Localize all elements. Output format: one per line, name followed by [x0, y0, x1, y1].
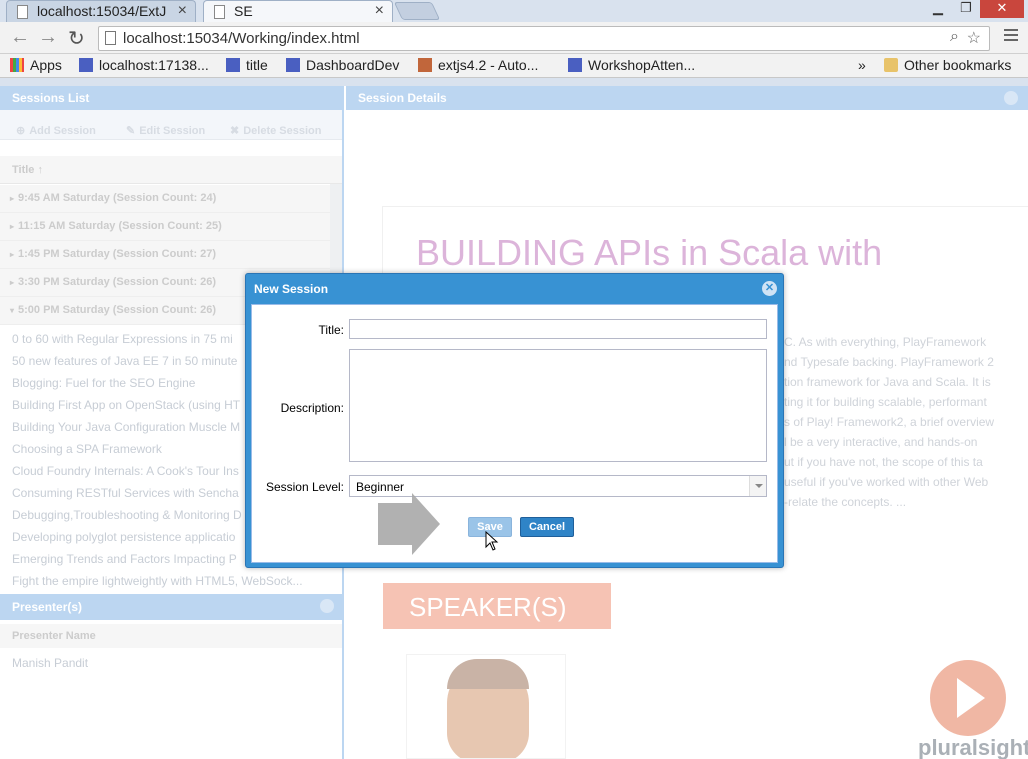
bookmark-item[interactable]: DashboardDev	[286, 57, 399, 73]
expand-icon: ▸	[10, 278, 15, 287]
dialog-title: New Session	[254, 282, 329, 296]
title-label: Title:	[318, 323, 344, 337]
close-window-icon[interactable]: ✕	[980, 0, 1024, 18]
add-session-button[interactable]: ⊕ Add Session	[16, 124, 96, 137]
bookmark-item[interactable]: WorkshopAtten...	[568, 57, 695, 73]
maximize-icon[interactable]: ❐	[952, 0, 980, 18]
collapse-icon: ▾	[10, 306, 15, 315]
bookmark-icon	[286, 58, 300, 72]
presenters-panel-header: Presenter(s)	[0, 594, 342, 620]
browser-tab[interactable]: localhost:15034/ExtJ ×	[6, 0, 196, 22]
close-icon[interactable]: ✕	[762, 281, 777, 296]
search-icon[interactable]: ⌕	[950, 28, 959, 46]
panel-title: Session Details	[358, 91, 447, 105]
folder-icon	[884, 58, 898, 72]
expand-icon: ▸	[10, 222, 15, 231]
bookmark-item[interactable]: localhost:17138...	[79, 57, 209, 73]
chevron-down-icon[interactable]	[749, 476, 766, 496]
dialog-body: Title: Description: Session Level: Begin…	[251, 304, 778, 563]
tab-title: localhost:15034/ExtJ	[37, 3, 167, 19]
collapse-toggle-icon[interactable]	[1004, 91, 1018, 105]
edit-icon: ✎	[126, 125, 136, 137]
url-text[interactable]: localhost:15034/Working/index.html	[123, 30, 360, 47]
bookmarks-bar: Apps localhost:17138... title DashboardD…	[0, 54, 1028, 78]
pointer-arrow-icon	[378, 493, 440, 555]
page-icon	[17, 5, 28, 19]
expand-icon: ▸	[10, 250, 15, 259]
speaker-photo	[406, 654, 566, 759]
more-bookmarks-button[interactable]: »	[858, 57, 866, 73]
watermark-text: pluralsight	[918, 735, 1028, 759]
column-header-title[interactable]: Title ↑	[0, 156, 342, 184]
edit-session-button[interactable]: ✎ Edit Session	[126, 124, 205, 137]
description-line: -relate the concepts. ...	[784, 495, 907, 509]
panel-title: Presenter(s)	[12, 600, 83, 614]
expand-icon: ▸	[10, 194, 15, 203]
hair-image	[447, 659, 529, 689]
apps-icon	[10, 58, 24, 72]
new-tab-button[interactable]	[393, 2, 441, 20]
speaker-heading: SPEAKER(S)	[383, 583, 611, 629]
close-tab-icon[interactable]: ×	[178, 2, 187, 20]
bookmark-item[interactable]: title	[226, 57, 268, 73]
tab-title: SE	[234, 3, 253, 19]
panel-title: Sessions List	[0, 86, 342, 110]
description-line: ting it for building scalable, performan…	[784, 395, 987, 409]
description-line: tion framework for Java and Scala. It is	[784, 375, 991, 389]
bookmark-apps[interactable]: Apps	[10, 57, 62, 73]
delete-icon: ✖	[230, 125, 240, 137]
close-tab-icon[interactable]: ×	[375, 2, 384, 20]
delete-session-button[interactable]: ✖ Delete Session	[230, 124, 321, 137]
description-field[interactable]	[349, 349, 767, 462]
description-line: ut if you have not, the scope of this ta	[784, 455, 983, 469]
description-line: useful if you've worked with other Web	[784, 475, 989, 489]
collapse-toggle-icon[interactable]	[320, 599, 334, 613]
title-field[interactable]	[349, 319, 767, 339]
page-icon	[105, 31, 116, 45]
address-bar[interactable]: localhost:15034/Working/index.html ⌕ ☆	[98, 26, 990, 51]
browser-tab-active[interactable]: SE ×	[203, 0, 393, 22]
bookmark-item[interactable]: extjs4.2 - Auto...	[418, 57, 538, 73]
description-line: s of Play! Framework2, a brief overview	[784, 415, 995, 429]
description-line: nd Typesafe backing. PlayFramework 2	[784, 355, 994, 369]
menu-icon[interactable]	[1004, 29, 1018, 44]
description-label: Description:	[280, 401, 344, 415]
description-line: l be a very interactive, and hands-on	[784, 435, 978, 449]
cancel-button[interactable]: Cancel	[520, 517, 574, 537]
bookmark-star-icon[interactable]: ☆	[967, 28, 981, 48]
reload-icon[interactable]: ↻	[68, 26, 85, 51]
page-icon	[214, 5, 225, 19]
column-header-presenter[interactable]: Presenter Name	[0, 624, 342, 648]
window-controls: ▁ ❐ ✕	[924, 0, 1024, 18]
play-logo-icon	[930, 660, 1006, 736]
browser-toolbar: ← → ↻ localhost:15034/Working/index.html…	[0, 22, 1028, 54]
forward-icon[interactable]: →	[38, 26, 58, 49]
bookmark-icon	[568, 58, 582, 72]
session-details-header: Session Details	[346, 86, 1028, 110]
session-level-label: Session Level:	[265, 480, 344, 494]
group-header[interactable]: ▸ 11:15 AM Saturday (Session Count: 25)	[0, 213, 330, 241]
back-icon[interactable]: ←	[10, 26, 30, 49]
group-header[interactable]: ▸ 9:45 AM Saturday (Session Count: 24)	[0, 185, 330, 213]
session-heading: BUILDING APIs in Scala with	[416, 232, 883, 273]
mouse-cursor-icon	[485, 531, 499, 551]
list-item[interactable]: Fight the empire lightweightly with HTML…	[12, 574, 312, 588]
description-line: C. As with everything, PlayFramework	[784, 335, 987, 349]
session-level-value: Beginner	[356, 480, 405, 494]
bookmark-icon	[418, 58, 432, 72]
other-bookmarks[interactable]: Other bookmarks	[884, 57, 1011, 73]
add-icon: ⊕	[16, 125, 26, 137]
minimize-icon[interactable]: ▁	[924, 0, 952, 18]
new-session-dialog: New Session ✕ Title: Description: Sessio…	[245, 273, 784, 568]
bookmark-icon	[226, 58, 240, 72]
bookmark-icon	[79, 58, 93, 72]
group-header[interactable]: ▸ 1:45 PM Saturday (Session Count: 27)	[0, 241, 330, 269]
presenter-row[interactable]: Manish Pandit	[12, 656, 88, 670]
